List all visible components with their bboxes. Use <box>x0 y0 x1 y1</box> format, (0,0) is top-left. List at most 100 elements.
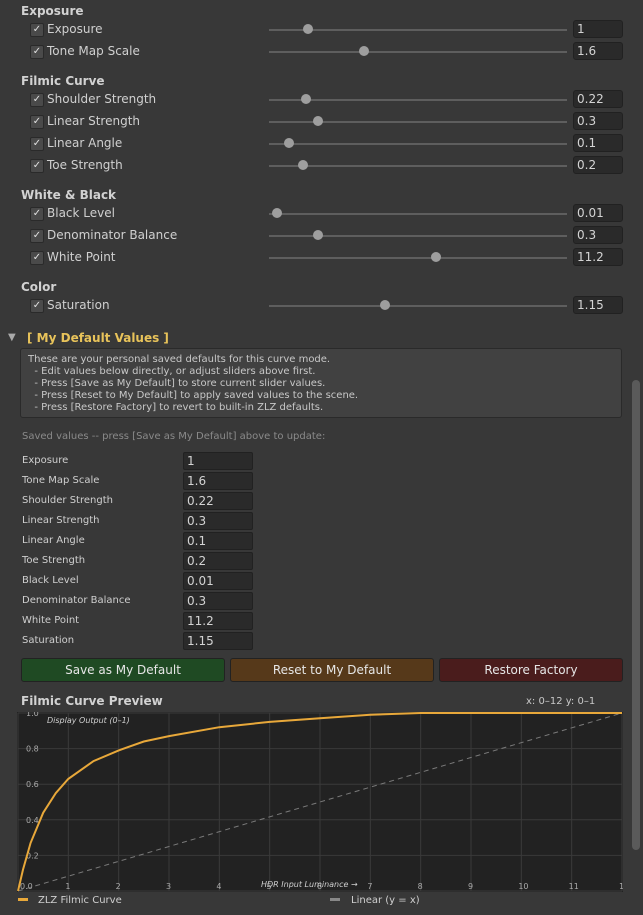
slider-handle[interactable] <box>380 300 391 310</box>
value-field[interactable]: 11.2 <box>573 248 623 266</box>
default-field-row: Saturation 1.15 <box>0 632 643 652</box>
slider-label: Toe Strength <box>47 158 123 172</box>
slider-track[interactable] <box>269 213 567 215</box>
value-field[interactable]: 0.3 <box>573 112 623 130</box>
slider-handle[interactable] <box>298 160 309 170</box>
slider-row: ✓ White Point 11.2 <box>0 247 643 269</box>
help-line: - Press [Restore Factory] to revert to b… <box>28 402 324 413</box>
value-field[interactable]: 1.6 <box>573 42 623 60</box>
slider-row: ✓ Tone Map Scale 1.6 <box>0 41 643 63</box>
enable-checkbox[interactable]: ✓ <box>30 229 44 243</box>
foldout-title[interactable]: [ My Default Values ] <box>27 331 169 345</box>
value-field[interactable]: 0.1 <box>573 134 623 152</box>
slider-track[interactable] <box>269 99 567 101</box>
default-field-input[interactable]: 0.2 <box>183 552 253 570</box>
save-as-default-button[interactable]: Save as My Default <box>21 658 225 682</box>
enable-checkbox[interactable]: ✓ <box>30 137 44 151</box>
value-field[interactable]: 1.15 <box>573 296 623 314</box>
slider-handle[interactable] <box>313 116 324 126</box>
slider-track[interactable] <box>269 305 567 307</box>
enable-checkbox[interactable]: ✓ <box>30 23 44 37</box>
x-tick-label: 11 <box>569 882 579 891</box>
default-field-label: Shoulder Strength <box>22 495 113 506</box>
enable-checkbox[interactable]: ✓ <box>30 207 44 221</box>
slider-track[interactable] <box>269 257 567 259</box>
default-field-label: White Point <box>22 615 80 626</box>
slider-handle[interactable] <box>430 252 441 262</box>
legend-filmic: ZLZ Filmic Curve <box>38 895 122 906</box>
default-field-row: Denominator Balance 0.3 <box>0 592 643 612</box>
x-tick-label: 3 <box>166 882 171 891</box>
slider-handle[interactable] <box>302 24 313 34</box>
x-axis-title: HDR Input Luminance → <box>261 880 358 889</box>
value-field[interactable]: 0.2 <box>573 156 623 174</box>
my-defaults-foldout[interactable]: ▼ [ My Default Values ] <box>8 330 608 348</box>
default-field-input[interactable]: 0.22 <box>183 492 253 510</box>
help-line: These are your personal saved defaults f… <box>28 354 331 365</box>
value-field[interactable]: 0.3 <box>573 226 623 244</box>
slider-row: ✓ Linear Strength 0.3 <box>0 111 643 133</box>
slider-handle[interactable] <box>313 230 324 240</box>
default-field-label: Saturation <box>22 635 75 646</box>
value-field[interactable]: 0.01 <box>573 204 623 222</box>
value-field[interactable]: 0.22 <box>573 90 623 108</box>
default-field-label: Black Level <box>22 575 79 586</box>
slider-track[interactable] <box>269 29 567 31</box>
default-field-input[interactable]: 1 <box>183 452 253 470</box>
default-field-row: White Point 11.2 <box>0 612 643 632</box>
preview-title: Filmic Curve Preview <box>21 694 163 708</box>
enable-checkbox[interactable]: ✓ <box>30 45 44 59</box>
slider-row: ✓ Exposure 1 <box>0 19 643 41</box>
reset-to-default-button[interactable]: Reset to My Default <box>230 658 434 682</box>
slider-handle[interactable] <box>272 208 283 218</box>
slider-handle[interactable] <box>301 94 312 104</box>
default-field-row: Tone Map Scale 1.6 <box>0 472 643 492</box>
slider-track[interactable] <box>269 51 567 53</box>
section-title: Filmic Curve <box>21 74 105 88</box>
slider-track[interactable] <box>269 165 567 167</box>
slider-row: ✓ Linear Angle 0.1 <box>0 133 643 155</box>
default-field-input[interactable]: 0.1 <box>183 532 253 550</box>
value-field[interactable]: 1 <box>573 20 623 38</box>
slider-row: ✓ Toe Strength 0.2 <box>0 155 643 177</box>
default-field-input[interactable]: 1.15 <box>183 632 253 650</box>
default-field-input[interactable]: 11.2 <box>183 612 253 630</box>
default-field-input[interactable]: 0.01 <box>183 572 253 590</box>
section-title: White & Black <box>21 188 117 202</box>
default-field-label: Toe Strength <box>22 555 86 566</box>
enable-checkbox[interactable]: ✓ <box>30 299 44 313</box>
slider-handle[interactable] <box>284 138 295 148</box>
foldout-arrow-icon[interactable]: ▼ <box>8 332 16 343</box>
x-tick-label: 2 <box>116 882 121 891</box>
default-field-label: Linear Angle <box>22 535 85 546</box>
enable-checkbox[interactable]: ✓ <box>30 115 44 129</box>
default-field-row: Black Level 0.01 <box>0 572 643 592</box>
slider-row: ✓ Black Level 0.01 <box>0 203 643 225</box>
slider-label: Exposure <box>47 22 103 36</box>
slider-track[interactable] <box>269 143 567 145</box>
default-field-input[interactable]: 1.6 <box>183 472 253 490</box>
y-axis-title: Display Output (0–1) <box>47 716 130 725</box>
slider-label: Tone Map Scale <box>47 44 140 58</box>
slider-label: Saturation <box>47 298 110 312</box>
help-line: - Edit values below directly, or adjust … <box>28 366 316 377</box>
x-tick-label: 9 <box>468 882 473 891</box>
help-line: - Press [Save as My Default] to store cu… <box>28 378 326 389</box>
y-tick-label: 0.4 <box>26 816 39 825</box>
legend-swatch-filmic <box>18 898 28 901</box>
default-field-label: Tone Map Scale <box>22 475 100 486</box>
help-box: These are your personal saved defaults f… <box>20 348 622 418</box>
slider-row: ✓ Saturation 1.15 <box>0 295 643 317</box>
slider-handle[interactable] <box>359 46 370 56</box>
preview-range-label: x: 0–12 y: 0–1 <box>526 696 596 707</box>
section-title: Color <box>21 280 57 294</box>
slider-label: Black Level <box>47 206 115 220</box>
enable-checkbox[interactable]: ✓ <box>30 251 44 265</box>
default-field-input[interactable]: 0.3 <box>183 592 253 610</box>
default-field-input[interactable]: 0.3 <box>183 512 253 530</box>
enable-checkbox[interactable]: ✓ <box>30 93 44 107</box>
x-tick-label: 8 <box>418 882 423 891</box>
enable-checkbox[interactable]: ✓ <box>30 159 44 173</box>
default-field-label: Denominator Balance <box>22 595 131 606</box>
restore-factory-button[interactable]: Restore Factory <box>439 658 623 682</box>
